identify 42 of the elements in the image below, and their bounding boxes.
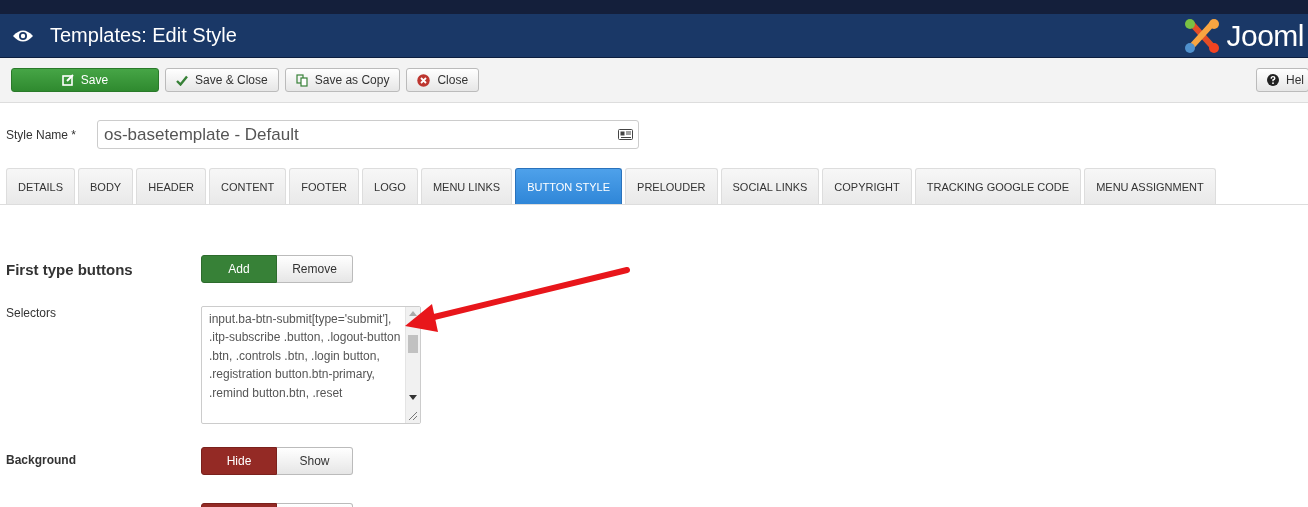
tab[interactable]: BODY	[78, 168, 134, 204]
field-label: Background	[6, 452, 77, 467]
tab[interactable]: SOCIAL LINKS	[720, 168, 820, 204]
tab[interactable]: PRELOUDER	[625, 168, 718, 204]
card-icon	[618, 129, 633, 140]
selectors-textarea[interactable]: input.ba-btn-submit[type='submit'], .itp-subscribe .button, .logout-button .btn, .controls .btn, .login button, .registration button.btn-primary, .remind button.btn, .reset	[201, 306, 421, 424]
toggle-button[interactable]: Show	[277, 447, 353, 475]
up-arrow-icon[interactable]	[409, 311, 417, 316]
toolbar-button[interactable]: Save as Copy	[284, 68, 401, 92]
toggle-button[interactable]: Hide	[201, 447, 277, 475]
field-label: Selectors	[6, 306, 58, 320]
style-name-field[interactable]: os-basetemplate - Default	[97, 120, 639, 149]
tab[interactable]: COPYRIGHT	[822, 168, 912, 204]
resize-grip-icon[interactable]	[408, 411, 417, 420]
toolbar-button[interactable]: Save	[11, 68, 159, 92]
toggle-button[interactable]: Remove	[277, 255, 353, 283]
tab[interactable]: HEADER	[136, 168, 207, 204]
scrollbar-thumb[interactable]	[408, 335, 418, 353]
logo-text: Jooml	[1226, 18, 1304, 53]
toggle-button[interactable]: Add	[201, 255, 277, 283]
toolbar-button[interactable]: Close	[406, 68, 480, 92]
copy-icon	[295, 73, 308, 87]
tab[interactable]: MENU LINKS	[420, 168, 513, 204]
edit-icon	[61, 74, 74, 86]
tab[interactable]: CONTENT	[209, 168, 287, 204]
help-button[interactable]: Hel	[1256, 68, 1308, 92]
field-label: First type buttons	[6, 260, 134, 278]
tab[interactable]: FOOTER	[289, 168, 360, 204]
toolbar-button[interactable]: Save & Close	[165, 68, 279, 92]
page-title: Templates: Edit Style	[50, 24, 238, 47]
tab[interactable]: TRACKING GOOGLE CODE	[914, 168, 1082, 204]
close-icon	[417, 73, 431, 87]
tab[interactable]: DETAILS	[6, 168, 76, 204]
check-icon	[176, 74, 188, 86]
help-icon	[1267, 74, 1279, 86]
down-arrow-icon[interactable]	[409, 395, 417, 400]
logo-icon	[1184, 17, 1221, 54]
tab[interactable]: MENU ASSIGNMENT	[1084, 168, 1216, 204]
tab[interactable]: LOGO	[362, 168, 418, 204]
eye-icon	[12, 28, 34, 43]
scrollbar[interactable]	[405, 307, 420, 423]
field-label: Style Name *	[6, 127, 78, 142]
